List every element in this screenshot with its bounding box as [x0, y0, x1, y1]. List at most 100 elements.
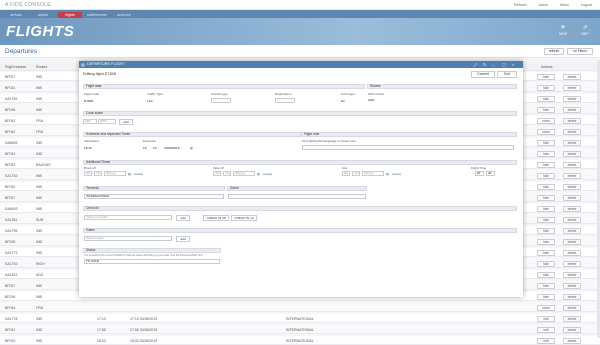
registration-input[interactable] [275, 98, 295, 103]
flight-code-value[interactable]: ET828 [84, 99, 93, 103]
row-delete-button[interactable]: delete [563, 139, 581, 146]
row-delete-button[interactable]: delete [563, 216, 581, 223]
row-delete-button[interactable]: delete [563, 128, 581, 135]
block-off-hour[interactable]: HH [84, 171, 92, 176]
row-action-button[interactable]: hide [537, 260, 555, 267]
row-delete-button[interactable]: delete [563, 73, 581, 80]
table-row[interactable]: SA1778 INB 17:10 17:10 03/28/2019 INTERNATIO… [0, 314, 600, 323]
row-delete-button[interactable]: delete [563, 84, 581, 91]
slot-minute[interactable]: mm [352, 171, 360, 176]
codeshare-airline-input[interactable]: ZZZ [83, 119, 97, 124]
row-delete-button[interactable]: delete [563, 117, 581, 124]
row-action-button[interactable]: hide [537, 271, 555, 278]
flight-time-hour[interactable]: 00 [475, 171, 484, 176]
row-action-button[interactable]: hide [537, 282, 555, 289]
minimize-icon[interactable]: – [492, 61, 494, 68]
take-off-calendar-icon[interactable]: ▦ [257, 172, 260, 176]
expected-date[interactable]: 03/28/2019 [164, 146, 179, 150]
tab-flights[interactable]: flights [58, 11, 82, 18]
row-action-button[interactable]: hide [537, 139, 555, 146]
refresh-button[interactable]: refresh [544, 48, 564, 55]
refresh-icon[interactable]: ↻ [483, 61, 486, 68]
checkin-tag-08[interactable]: CHECK IN 08 [203, 214, 229, 221]
tab-staffmember[interactable]: staffmember [85, 12, 109, 18]
refresh-link[interactable]: Refresh [514, 3, 527, 7]
gate-add-button[interactable]: add [176, 235, 190, 242]
row-action-button[interactable]: hide [537, 216, 555, 223]
row-delete-button[interactable]: delete [563, 95, 581, 102]
row-delete-button[interactable]: delete [563, 282, 581, 289]
row-delete-button[interactable]: delete [563, 227, 581, 234]
schengen-value[interactable]: No [341, 99, 345, 103]
logout-link[interactable]: Logout [581, 3, 592, 7]
row-action-button[interactable]: hide [537, 84, 555, 91]
row-delete-button[interactable]: delete [563, 315, 581, 322]
pin-icon[interactable]: ⤢ [474, 61, 477, 68]
block-off-date[interactable]: dd/yyyy [104, 171, 126, 176]
close-icon[interactable]: × [512, 61, 514, 68]
status-select[interactable]: TO GATE [84, 259, 220, 264]
row-action-button[interactable]: edit [537, 326, 555, 333]
checkin-select[interactable]: Select a checkin [84, 215, 172, 220]
row-action-button[interactable]: hide [537, 95, 555, 102]
row-delete-button[interactable]: delete [563, 293, 581, 300]
row-delete-button[interactable]: delete [563, 194, 581, 201]
row-delete-button[interactable]: delete [563, 172, 581, 179]
row-action-button[interactable]: hide [537, 161, 555, 168]
row-action-button[interactable]: show [537, 128, 555, 135]
checkin-tag-10[interactable]: CHECK IN 10 [231, 214, 257, 221]
take-off-date[interactable]: dd/yyyy [233, 171, 255, 176]
tab-airport[interactable]: airport [31, 12, 55, 18]
departures-button[interactable]: ⇗ DEP [578, 25, 592, 38]
checkin-add-button[interactable]: add [176, 214, 190, 221]
row-action-button[interactable]: hide [537, 227, 555, 234]
row-delete-button[interactable]: delete [563, 304, 581, 311]
codeshare-add-button[interactable]: add [119, 118, 133, 125]
block-off-calendar-icon[interactable]: ▦ [128, 172, 131, 176]
row-action-button[interactable]: hide [537, 194, 555, 201]
row-delete-button[interactable]: delete [563, 205, 581, 212]
slot-hour[interactable]: HH [342, 171, 350, 176]
row-action-button[interactable]: hide [537, 183, 555, 190]
block-off-minute[interactable]: mm [94, 171, 102, 176]
gate-select[interactable]: Select a gate [84, 236, 172, 241]
row-delete-button[interactable]: delete [563, 326, 581, 333]
filters-button[interactable]: no Filters [567, 48, 593, 55]
row-delete-button[interactable]: delete [563, 106, 581, 113]
traffic-type-value[interactable]: Line [147, 99, 153, 103]
users-link[interactable]: Users [539, 3, 548, 7]
row-action-button[interactable]: hide [537, 106, 555, 113]
row-delete-button[interactable]: delete [563, 337, 581, 344]
calendar-icon[interactable]: ▦ [190, 146, 193, 150]
slot-date[interactable]: dd/yyyy [362, 171, 384, 176]
row-action-button[interactable]: hide [537, 150, 555, 157]
row-action-button[interactable]: edit [537, 337, 555, 344]
row-delete-button[interactable]: delete [563, 249, 581, 256]
row-delete-button[interactable]: delete [563, 150, 581, 157]
row-action-button[interactable]: hide [537, 293, 555, 300]
expected-hour[interactable]: 15 [143, 146, 146, 150]
row-action-button[interactable]: hide [537, 205, 555, 212]
row-action-button[interactable]: hide [537, 172, 555, 179]
take-off-reset[interactable]: (reset) [263, 172, 272, 176]
take-off-minute[interactable]: mm [223, 171, 231, 176]
take-off-hour[interactable]: HH [213, 171, 221, 176]
tab-archives[interactable]: archives [112, 12, 136, 18]
maximize-icon[interactable]: ▢ [502, 61, 506, 68]
iata-codes-value[interactable]: ADD [368, 98, 375, 102]
new-flight-button[interactable]: ✈ NEW [556, 25, 570, 38]
flight-time-minute[interactable]: 00 [486, 171, 495, 176]
flight-note-select[interactable]: ... [302, 145, 514, 150]
stand-select[interactable]: ... [228, 194, 366, 199]
exit-button[interactable]: Exit [497, 71, 517, 78]
menu-link[interactable]: Menu [560, 3, 569, 7]
row-action-button[interactable]: hide [537, 73, 555, 80]
row-delete-button[interactable]: delete [563, 183, 581, 190]
table-row[interactable]: BF044 FRA show delete [0, 303, 600, 312]
slot-reset[interactable]: (reset) [392, 172, 401, 176]
aircraft-type-input[interactable] [211, 98, 231, 103]
row-action-button[interactable]: show [537, 117, 555, 124]
row-action-button[interactable]: edit [537, 315, 555, 322]
terminal-select[interactable]: INTERNATIONAL [84, 194, 224, 199]
expected-minute[interactable]: 10 [153, 146, 156, 150]
